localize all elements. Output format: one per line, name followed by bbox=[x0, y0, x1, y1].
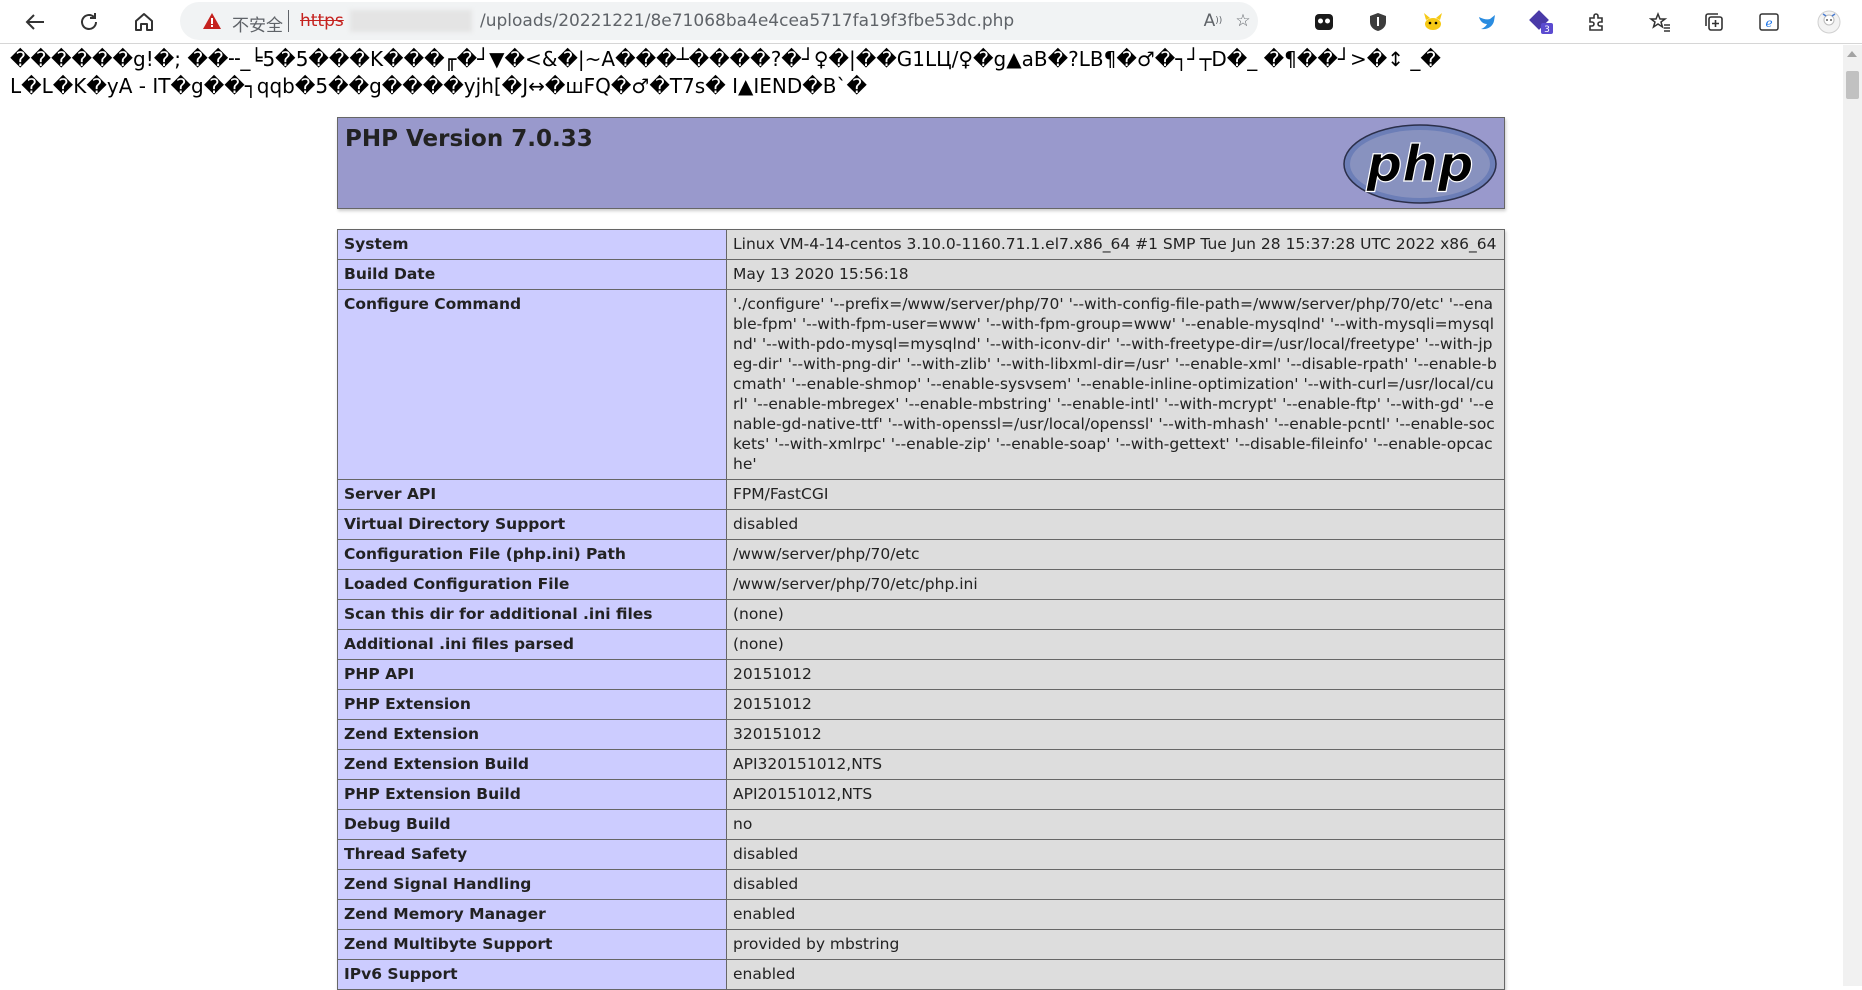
info-label: PHP API bbox=[337, 659, 727, 690]
favorite-add-icon[interactable]: ☆ bbox=[1232, 10, 1254, 32]
info-value: provided by mbstring bbox=[726, 929, 1505, 960]
reload-icon bbox=[81, 13, 97, 30]
info-value: /www/server/php/70/etc bbox=[726, 539, 1505, 570]
favorites-icon[interactable] bbox=[1647, 9, 1673, 35]
table-row: Zend Multibyte Support provided by mbstri… bbox=[337, 929, 1505, 960]
table-row: Zend Signal Handling disabled bbox=[337, 869, 1505, 900]
table-row: PHP Extension Build API20151012,NTS bbox=[337, 779, 1505, 810]
collections-icon[interactable] bbox=[1701, 9, 1727, 35]
table-row: System Linux VM-4-14-centos 3.10.0-1160.7… bbox=[337, 229, 1505, 260]
redacted-host bbox=[350, 10, 472, 32]
address-bar[interactable]: 不安全 https /uploads/20221221/8e71068ba4e4… bbox=[180, 2, 1258, 40]
info-label: Server API bbox=[337, 479, 727, 510]
url-path: /uploads/20221221/8e71068ba4e4cea5717fa1… bbox=[480, 11, 1015, 31]
table-row: Thread Safety disabled bbox=[337, 839, 1505, 870]
info-label: Virtual Directory Support bbox=[337, 509, 727, 540]
extension-badge-count: 3 bbox=[1544, 25, 1550, 35]
table-row: PHP Extension 20151012 bbox=[337, 689, 1505, 720]
table-row: Debug Build no bbox=[337, 809, 1505, 840]
home-button[interactable] bbox=[127, 5, 161, 39]
table-row: Configure Command './configure' '--prefix… bbox=[337, 289, 1505, 480]
info-label: IPv6 Support bbox=[337, 959, 727, 990]
info-label: System bbox=[337, 229, 727, 260]
info-label: Scan this dir for additional .ini files bbox=[337, 599, 727, 630]
info-label: Zend Memory Manager bbox=[337, 899, 727, 930]
reload-button[interactable] bbox=[72, 5, 106, 39]
php-logo-text: php bbox=[1365, 135, 1473, 193]
table-row: Scan this dir for additional .ini files(… bbox=[337, 599, 1505, 630]
profile-avatar-icon[interactable] bbox=[1816, 9, 1842, 35]
info-value: (none) bbox=[726, 599, 1505, 630]
info-value: FPM/FastCGI bbox=[726, 479, 1505, 510]
info-label: Zend Multibyte Support bbox=[337, 929, 727, 960]
security-warning-label[interactable]: 不安全 bbox=[232, 11, 283, 36]
info-value: disabled bbox=[726, 839, 1505, 870]
info-value: 320151012 bbox=[726, 719, 1505, 750]
info-value: API20151012,NTS bbox=[726, 779, 1505, 810]
info-value: API320151012,NTS bbox=[726, 749, 1505, 780]
info-label: Configuration File (php.ini) Path bbox=[337, 539, 727, 570]
info-value: /www/server/php/70/etc/php.ini bbox=[726, 569, 1505, 600]
info-value: './configure' '--prefix=/www/server/php/… bbox=[726, 289, 1505, 480]
info-label: Additional .ini files parsed bbox=[337, 629, 727, 660]
info-value: (none) bbox=[726, 629, 1505, 660]
extension-bird-icon[interactable] bbox=[1474, 9, 1500, 35]
home-icon bbox=[135, 13, 153, 31]
url-scheme: https bbox=[300, 11, 344, 31]
scroll-thumb[interactable] bbox=[1846, 71, 1859, 99]
table-row: Zend Extension 320151012 bbox=[337, 719, 1505, 750]
address-divider bbox=[288, 10, 289, 32]
table-row: Zend Extension Build API320151012,NTS bbox=[337, 749, 1505, 780]
info-value: 20151012 bbox=[726, 659, 1505, 690]
read-aloud-icon[interactable]: A)) bbox=[1202, 10, 1224, 32]
extension-purple-icon[interactable]: 3 bbox=[1528, 9, 1554, 35]
info-label: Debug Build bbox=[337, 809, 727, 840]
extensions-puzzle-icon[interactable] bbox=[1584, 9, 1610, 35]
table-row: Loaded Configuration File/www/server/php… bbox=[337, 569, 1505, 600]
info-value: May 13 2020 15:56:18 bbox=[726, 259, 1505, 290]
info-label: Configure Command bbox=[337, 289, 727, 480]
page-title: PHP Version 7.0.33 bbox=[345, 126, 593, 152]
info-value: 20151012 bbox=[726, 689, 1505, 720]
info-label: Zend Signal Handling bbox=[337, 869, 727, 900]
php-logo-icon[interactable]: php bbox=[1342, 123, 1498, 205]
browser-toolbar: 不安全 https /uploads/20221221/8e71068ba4e4… bbox=[0, 0, 1862, 44]
warning-icon[interactable] bbox=[202, 12, 222, 30]
info-value: no bbox=[726, 809, 1505, 840]
table-row: Server API FPM/FastCGI bbox=[337, 479, 1505, 510]
scroll-up-arrow-icon[interactable] bbox=[1847, 51, 1857, 57]
garbled-binary-output: ������g!�; ��╌_╘5�5���K���╓�┘▼�<&�|~A���… bbox=[10, 47, 1441, 98]
table-row: Virtual Directory Support disabled bbox=[337, 509, 1505, 540]
info-label: PHP Extension bbox=[337, 689, 727, 720]
info-value: disabled bbox=[726, 869, 1505, 900]
php-info-table: System Linux VM-4-14-centos 3.10.0-1160.7… bbox=[337, 229, 1505, 990]
table-row: Build Date May 13 2020 15:56:18 bbox=[337, 259, 1505, 290]
table-row: PHP API 20151012 bbox=[337, 659, 1505, 690]
svg-text:e: e bbox=[1765, 16, 1772, 30]
back-arrow-icon bbox=[25, 14, 44, 30]
php-version-header: PHP Version 7.0.33 php bbox=[337, 117, 1505, 209]
extension-mask-icon[interactable] bbox=[1311, 9, 1337, 35]
table-row: Additional .ini files parsed (none) bbox=[337, 629, 1505, 660]
info-label: PHP Extension Build bbox=[337, 779, 727, 810]
info-label: Build Date bbox=[337, 259, 727, 290]
info-label: Zend Extension bbox=[337, 719, 727, 750]
table-row: Configuration File (php.ini) Path/www/se… bbox=[337, 539, 1505, 570]
back-button[interactable] bbox=[18, 5, 52, 39]
extension-shield-icon[interactable] bbox=[1365, 9, 1391, 35]
table-row: Zend Memory Manager enabled bbox=[337, 899, 1505, 930]
page-scrollbar[interactable] bbox=[1843, 45, 1862, 986]
info-value: enabled bbox=[726, 959, 1505, 990]
extension-pikachu-icon[interactable] bbox=[1420, 9, 1446, 35]
info-value: disabled bbox=[726, 509, 1505, 540]
info-value: Linux VM-4-14-centos 3.10.0-1160.71.1.el… bbox=[726, 229, 1505, 260]
info-label: Thread Safety bbox=[337, 839, 727, 870]
table-row: IPv6 Support enabled bbox=[337, 959, 1505, 990]
info-label: Loaded Configuration File bbox=[337, 569, 727, 600]
ie-mode-icon[interactable]: e bbox=[1756, 9, 1782, 35]
info-value: enabled bbox=[726, 899, 1505, 930]
info-label: Zend Extension Build bbox=[337, 749, 727, 780]
